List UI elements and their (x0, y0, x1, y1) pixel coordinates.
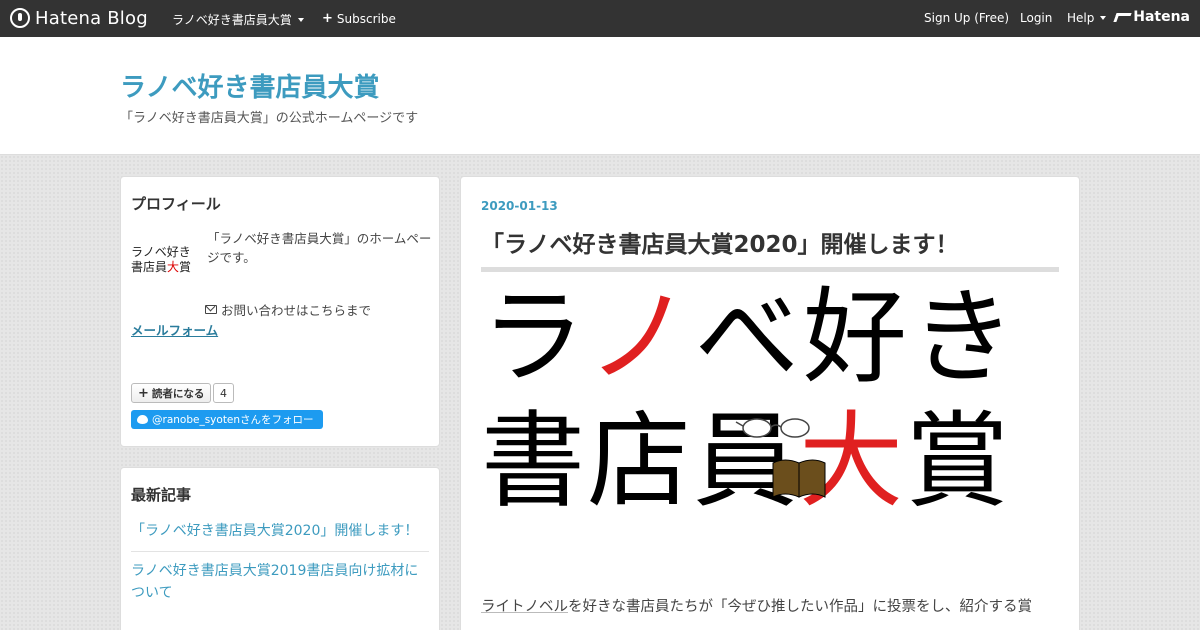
blog-header: ラノベ好き書店員大賞 「ラノベ好き書店員大賞」の公式ホームページです (0, 37, 1200, 155)
subscribe-button[interactable]: + Subscribe (322, 11, 396, 26)
recent-entries-module: 最新記事 「ラノベ好き書店員大賞2020」開催します！ ラノベ好き書店員大賞20… (120, 467, 440, 630)
entry-banner-image: ラノべ好き 書店員大賞 (481, 285, 1061, 535)
recent-entry-link[interactable]: 「ラノベ好き書店員大賞2020」開催します！ (131, 516, 429, 552)
banner-text: べ好き (694, 276, 1019, 398)
twitter-bird-icon (137, 415, 148, 424)
hatena-blog-logo-icon (10, 8, 30, 28)
help-dropdown[interactable]: Help (1067, 11, 1107, 25)
contact-text: お問い合わせはこちらまで (221, 303, 372, 318)
avatar-text-red: 大 (167, 260, 180, 274)
signup-link[interactable]: Sign Up (Free) (924, 11, 1009, 25)
banner-text: ラ (481, 276, 587, 398)
hatena-blog-logo[interactable]: Hatena Blog (10, 6, 148, 30)
entry-divider (481, 267, 1059, 272)
reader-count-badge: 4 (213, 383, 234, 403)
blog-description: 「ラノベ好き書店員大賞」の公式ホームページです (120, 111, 419, 126)
profile-module: プロフィール ラノベ好き 書店員大賞 「ラノベ好き書店員大賞」のホームページです… (120, 176, 440, 447)
hatena-logo[interactable]: Hatena (1115, 9, 1190, 25)
mail-icon (205, 305, 217, 314)
signup-label: Sign Up (Free) (924, 11, 1010, 25)
entry-article: 2020-01-13 「ラノベ好き書店員大賞2020」開催します！ ラノべ好き … (460, 176, 1080, 630)
profile-text: 「ラノベ好き書店員大賞」のホームページです。 (207, 231, 432, 265)
banner-text-red: ノ (586, 276, 695, 398)
hatena-mark-icon (1115, 12, 1129, 22)
blog-title[interactable]: ラノベ好き書店員大賞 (120, 67, 379, 104)
avatar-text: 賞 (179, 260, 192, 274)
login-link[interactable]: Login (1020, 11, 1052, 25)
subscribe-reader-button[interactable]: + 読者になる (131, 383, 212, 403)
open-book-icon (772, 459, 826, 498)
entry-title[interactable]: 「ラノベ好き書店員大賞2020」開催します！ (481, 225, 959, 259)
plus-icon: + (322, 11, 333, 26)
banner-line1: ラノべ好き (481, 285, 1019, 389)
avatar-line2: 書店員大賞 (131, 260, 199, 275)
login-label: Login (1020, 11, 1053, 25)
hatena-blog-logo-text: Hatena Blog (35, 7, 148, 29)
blog-menu-dropdown[interactable]: ラノベ好き書店員大賞 (172, 11, 304, 28)
hatena-logo-text: Hatena (1133, 9, 1190, 25)
avatar-line1: ラノベ好き (131, 245, 191, 259)
recent-entry-link[interactable]: ラノベ好き書店員大賞2019書店員向け拡材について (131, 552, 429, 613)
avatar-text: 書店員 (131, 260, 168, 274)
help-label: Help (1067, 11, 1095, 25)
keyword-link[interactable]: ライトノベル (481, 599, 568, 615)
entry-date[interactable]: 2020-01-13 (481, 199, 558, 213)
chevron-down-icon (297, 17, 304, 22)
mail-form-link[interactable]: メールフォーム (131, 320, 218, 339)
plus-icon: + (138, 385, 149, 401)
blog-menu-label: ラノベ好き書店員大賞 (172, 13, 292, 27)
global-header: Hatena Blog ラノベ好き書店員大賞 + Subscribe Sign … (0, 0, 1200, 37)
profile-avatar[interactable]: ラノベ好き 書店員大賞 (131, 245, 199, 277)
glasses-icon (735, 418, 810, 438)
subscribe-label: Subscribe (336, 11, 396, 26)
twitter-follow-label: @ranobe_syotenさんをフォロー (152, 414, 314, 426)
chevron-down-icon (1100, 16, 1107, 20)
entry-body-text: ライトノベルを好きな書店員たちが「今ぜひ推したい作品」に投票をし、紹介する賞 (481, 595, 1032, 616)
recent-heading: 最新記事 (131, 486, 192, 504)
contact-line: お問い合わせはこちらまで (205, 300, 371, 319)
twitter-follow-button[interactable]: @ranobe_syotenさんをフォロー (131, 410, 323, 429)
profile-heading: プロフィール (131, 195, 221, 213)
banner-text: 賞 (905, 400, 1012, 522)
recent-list: 「ラノベ好き書店員大賞2020」開催します！ ラノベ好き書店員大賞2019書店員… (131, 516, 429, 613)
entry-body-rest: を好きな書店員たちが「今ぜひ推したい作品」に投票をし、紹介する賞 (568, 599, 1032, 615)
reader-button-label: 読者になる (151, 387, 205, 400)
